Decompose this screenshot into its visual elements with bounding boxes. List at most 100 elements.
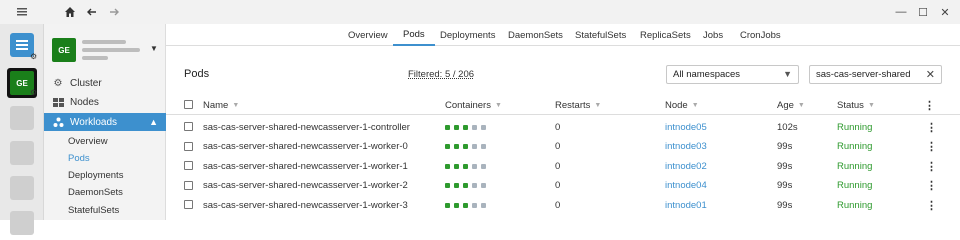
arrow-right-icon[interactable] xyxy=(106,4,122,20)
pod-name: sas-cas-server-shared-newcasserver-1-wor… xyxy=(203,180,408,191)
containers-indicator xyxy=(445,156,486,176)
sidebar-item-nodes[interactable]: Nodes xyxy=(44,93,166,111)
container-status-dot xyxy=(481,163,486,169)
tab-statefulsets[interactable]: StatefulSets xyxy=(575,24,626,46)
sidebar-sub-statefulsets[interactable]: StatefulSets xyxy=(68,202,119,218)
tab-deployments[interactable]: Deployments xyxy=(440,24,495,46)
node-link[interactable]: intnode03 xyxy=(665,137,707,157)
column-age[interactable]: Age ▼ xyxy=(777,95,805,115)
restarts-value: 0 xyxy=(555,160,561,172)
search-input[interactable]: sas-cas-server-shared ✕ xyxy=(809,65,942,84)
table-row[interactable]: sas-cas-server-shared-newcasserver-1-wor… xyxy=(166,156,960,176)
chevron-up-icon: ▲ xyxy=(149,117,158,127)
row-checkbox[interactable] xyxy=(184,141,193,151)
cog-icon: ⚙ xyxy=(53,77,63,89)
table-row[interactable]: sas-cas-server-shared-newcasserver-1-wor… xyxy=(166,195,960,215)
chevron-down-icon[interactable]: ▼ xyxy=(150,44,158,53)
sidebar-item-label: Nodes xyxy=(70,96,99,108)
sidebar: GE ▼ ⚙ Cluster Nodes Workloads ▲ Overvie… xyxy=(44,24,166,220)
sidebar-sub-daemonsets[interactable]: DaemonSets xyxy=(68,184,123,200)
restarts-value: 0 xyxy=(555,180,561,191)
empty-hotbar-slot[interactable] xyxy=(10,176,34,200)
age-value: 99s xyxy=(777,160,793,172)
pod-name: sas-cas-server-shared-newcasserver-1-wor… xyxy=(203,199,408,211)
sort-icon: ▼ xyxy=(232,101,240,109)
sidebar-sub-overview[interactable]: Overview xyxy=(68,133,108,149)
tab-pods[interactable]: Pods xyxy=(393,24,435,46)
row-menu-icon[interactable]: ⋮ xyxy=(926,176,937,196)
container-status-dot xyxy=(463,183,468,188)
cluster-name-redacted xyxy=(82,48,140,52)
column-name-label: Name xyxy=(203,99,229,111)
container-status-dot xyxy=(445,202,450,208)
tab-cronjobs[interactable]: CronJobs xyxy=(740,24,781,46)
sidebar-item-cluster[interactable]: ⚙ Cluster xyxy=(44,74,166,92)
clear-icon[interactable]: ✕ xyxy=(926,68,935,81)
column-containers[interactable]: Containers ▼ xyxy=(445,95,502,115)
container-status-dot xyxy=(445,183,450,188)
row-menu-icon[interactable]: ⋮ xyxy=(926,137,937,157)
tab-daemonsets[interactable]: DaemonSets xyxy=(508,24,563,46)
column-restarts[interactable]: Restarts ▼ xyxy=(555,95,601,115)
sidebar-sub-deployments[interactable]: Deployments xyxy=(68,167,123,183)
node-link[interactable]: intnode02 xyxy=(665,156,707,176)
home-icon[interactable] xyxy=(62,4,78,20)
empty-hotbar-slot[interactable] xyxy=(10,106,34,130)
row-menu-icon[interactable]: ⋮ xyxy=(926,117,937,137)
row-menu-icon[interactable]: ⋮ xyxy=(926,195,937,215)
column-name[interactable]: Name ▼ xyxy=(203,95,239,115)
tab-replicasets[interactable]: ReplicaSets xyxy=(640,24,691,46)
sort-icon: ▼ xyxy=(691,101,699,109)
server-icon xyxy=(52,96,64,108)
namespace-select[interactable]: All namespaces ▼ xyxy=(666,65,799,84)
pod-name: sas-cas-server-shared-newcasserver-1-wor… xyxy=(203,160,408,172)
container-status-dot xyxy=(454,163,459,169)
tab-overview[interactable]: Overview xyxy=(348,24,388,46)
row-checkbox[interactable] xyxy=(184,180,193,190)
tab-jobs[interactable]: Jobs xyxy=(703,24,723,46)
empty-hotbar-slot[interactable] xyxy=(10,211,34,235)
sidebar-sub-pods[interactable]: Pods xyxy=(68,150,90,166)
empty-hotbar-slot[interactable] xyxy=(10,141,34,165)
arrow-left-icon[interactable] xyxy=(84,4,100,20)
age-value: 102s xyxy=(777,121,798,133)
restarts-value: 0 xyxy=(555,121,561,133)
column-node-label: Node xyxy=(665,99,688,111)
column-node[interactable]: Node ▼ xyxy=(665,95,699,115)
maximize-button[interactable]: ☐ xyxy=(914,3,932,21)
node-link[interactable]: intnode01 xyxy=(665,195,707,215)
container-status-dot xyxy=(454,202,459,208)
node-link[interactable]: intnode05 xyxy=(665,117,707,137)
table-row[interactable]: sas-cas-server-shared-newcasserver-1-wor… xyxy=(166,137,960,157)
status-badge: Running xyxy=(837,121,873,133)
page-title: Pods xyxy=(184,68,210,80)
column-menu-icon[interactable]: ⋮ xyxy=(924,95,935,115)
containers-indicator xyxy=(445,117,486,137)
row-checkbox[interactable] xyxy=(184,161,193,170)
container-status-dot xyxy=(463,163,468,169)
node-link[interactable]: intnode04 xyxy=(665,176,707,196)
cluster-avatar: GE xyxy=(52,38,76,62)
sort-icon: ▼ xyxy=(797,101,805,109)
restarts-value: 0 xyxy=(555,141,561,152)
gear-icon: ⚙ xyxy=(30,88,38,97)
filter-count[interactable]: Filtered: 5 / 206 xyxy=(408,69,474,80)
container-status-dot xyxy=(463,202,468,208)
workload-tabs: Overview Pods Deployments DaemonSets Sta… xyxy=(166,24,960,46)
containers-indicator xyxy=(445,137,486,157)
container-status-dot xyxy=(481,183,486,188)
table-row[interactable]: sas-cas-server-shared-newcasserver-1-con… xyxy=(166,117,960,137)
table-row[interactable]: sas-cas-server-shared-newcasserver-1-wor… xyxy=(166,176,960,196)
minimize-button[interactable]: — xyxy=(892,3,910,21)
row-checkbox[interactable] xyxy=(184,200,193,209)
sidebar-item-workloads[interactable]: Workloads ▲ xyxy=(44,113,166,131)
column-status[interactable]: Status ▼ xyxy=(837,95,875,115)
close-window-button[interactable]: ✕ xyxy=(936,3,954,21)
select-all-checkbox[interactable] xyxy=(184,100,193,109)
container-status-dot xyxy=(472,183,477,188)
hamburger-icon[interactable] xyxy=(14,4,30,20)
container-status-dot xyxy=(454,144,459,149)
container-status-dot xyxy=(454,124,459,130)
row-menu-icon[interactable]: ⋮ xyxy=(926,156,937,176)
row-checkbox[interactable] xyxy=(184,122,193,131)
